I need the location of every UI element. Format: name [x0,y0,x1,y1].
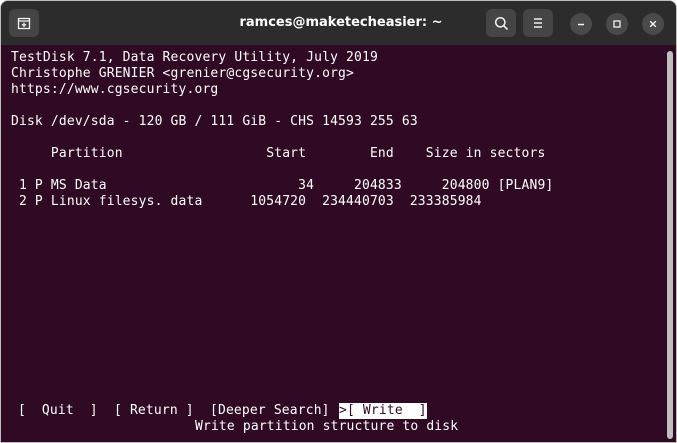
search-icon [494,16,508,30]
deeper-search-menu-option[interactable]: [Deeper Search] [210,403,330,419]
hamburger-menu-icon [534,18,542,28]
minimize-icon [578,23,584,26]
terminal-window: ramces@maketecheasier: ~ TestDisk 7.1, D… [0,0,677,443]
partition-row[interactable]: 2 P Linux filesys. data 1054720 23444070… [11,194,482,210]
quit-menu-option[interactable]: [ Quit ] [18,403,98,419]
partition-row[interactable]: 1 P MS Data 34 204833 204800 [PLAN9] [11,178,553,194]
write-menu-option[interactable]: >[ Write ] [339,403,427,419]
scrollbar-thumb[interactable] [667,51,673,439]
search-button[interactable] [486,9,516,37]
maximize-icon [613,20,621,28]
terminal-output[interactable]: TestDisk 7.1, Data Recovery Utility, Jul… [1,45,665,442]
new-tab-button[interactable] [9,9,39,37]
close-button[interactable] [642,13,664,35]
window-title: ramces@maketecheasier: ~ [239,15,443,30]
new-tab-icon [17,17,31,30]
website-line: https://www.cgsecurity.org [11,82,219,97]
return-menu-option[interactable]: [ Return ] [114,403,194,419]
author-line: Christophe GRENIER <grenier@cgsecurity.o… [11,66,354,81]
partition-table-header: Partition Start End Size in sectors [11,146,546,161]
menu-button[interactable] [523,9,553,37]
maximize-button[interactable] [606,13,628,35]
title-bar: ramces@maketecheasier: ~ [1,1,676,45]
testdisk-version-line: TestDisk 7.1, Data Recovery Utility, Jul… [11,50,378,65]
option-hint: Write partition structure to disk [195,419,459,434]
scrollbar[interactable] [665,45,676,442]
close-icon [649,20,657,28]
minimize-button[interactable] [570,13,592,35]
disk-info-line: Disk /dev/sda - 120 GB / 111 GiB - CHS 1… [11,114,418,129]
